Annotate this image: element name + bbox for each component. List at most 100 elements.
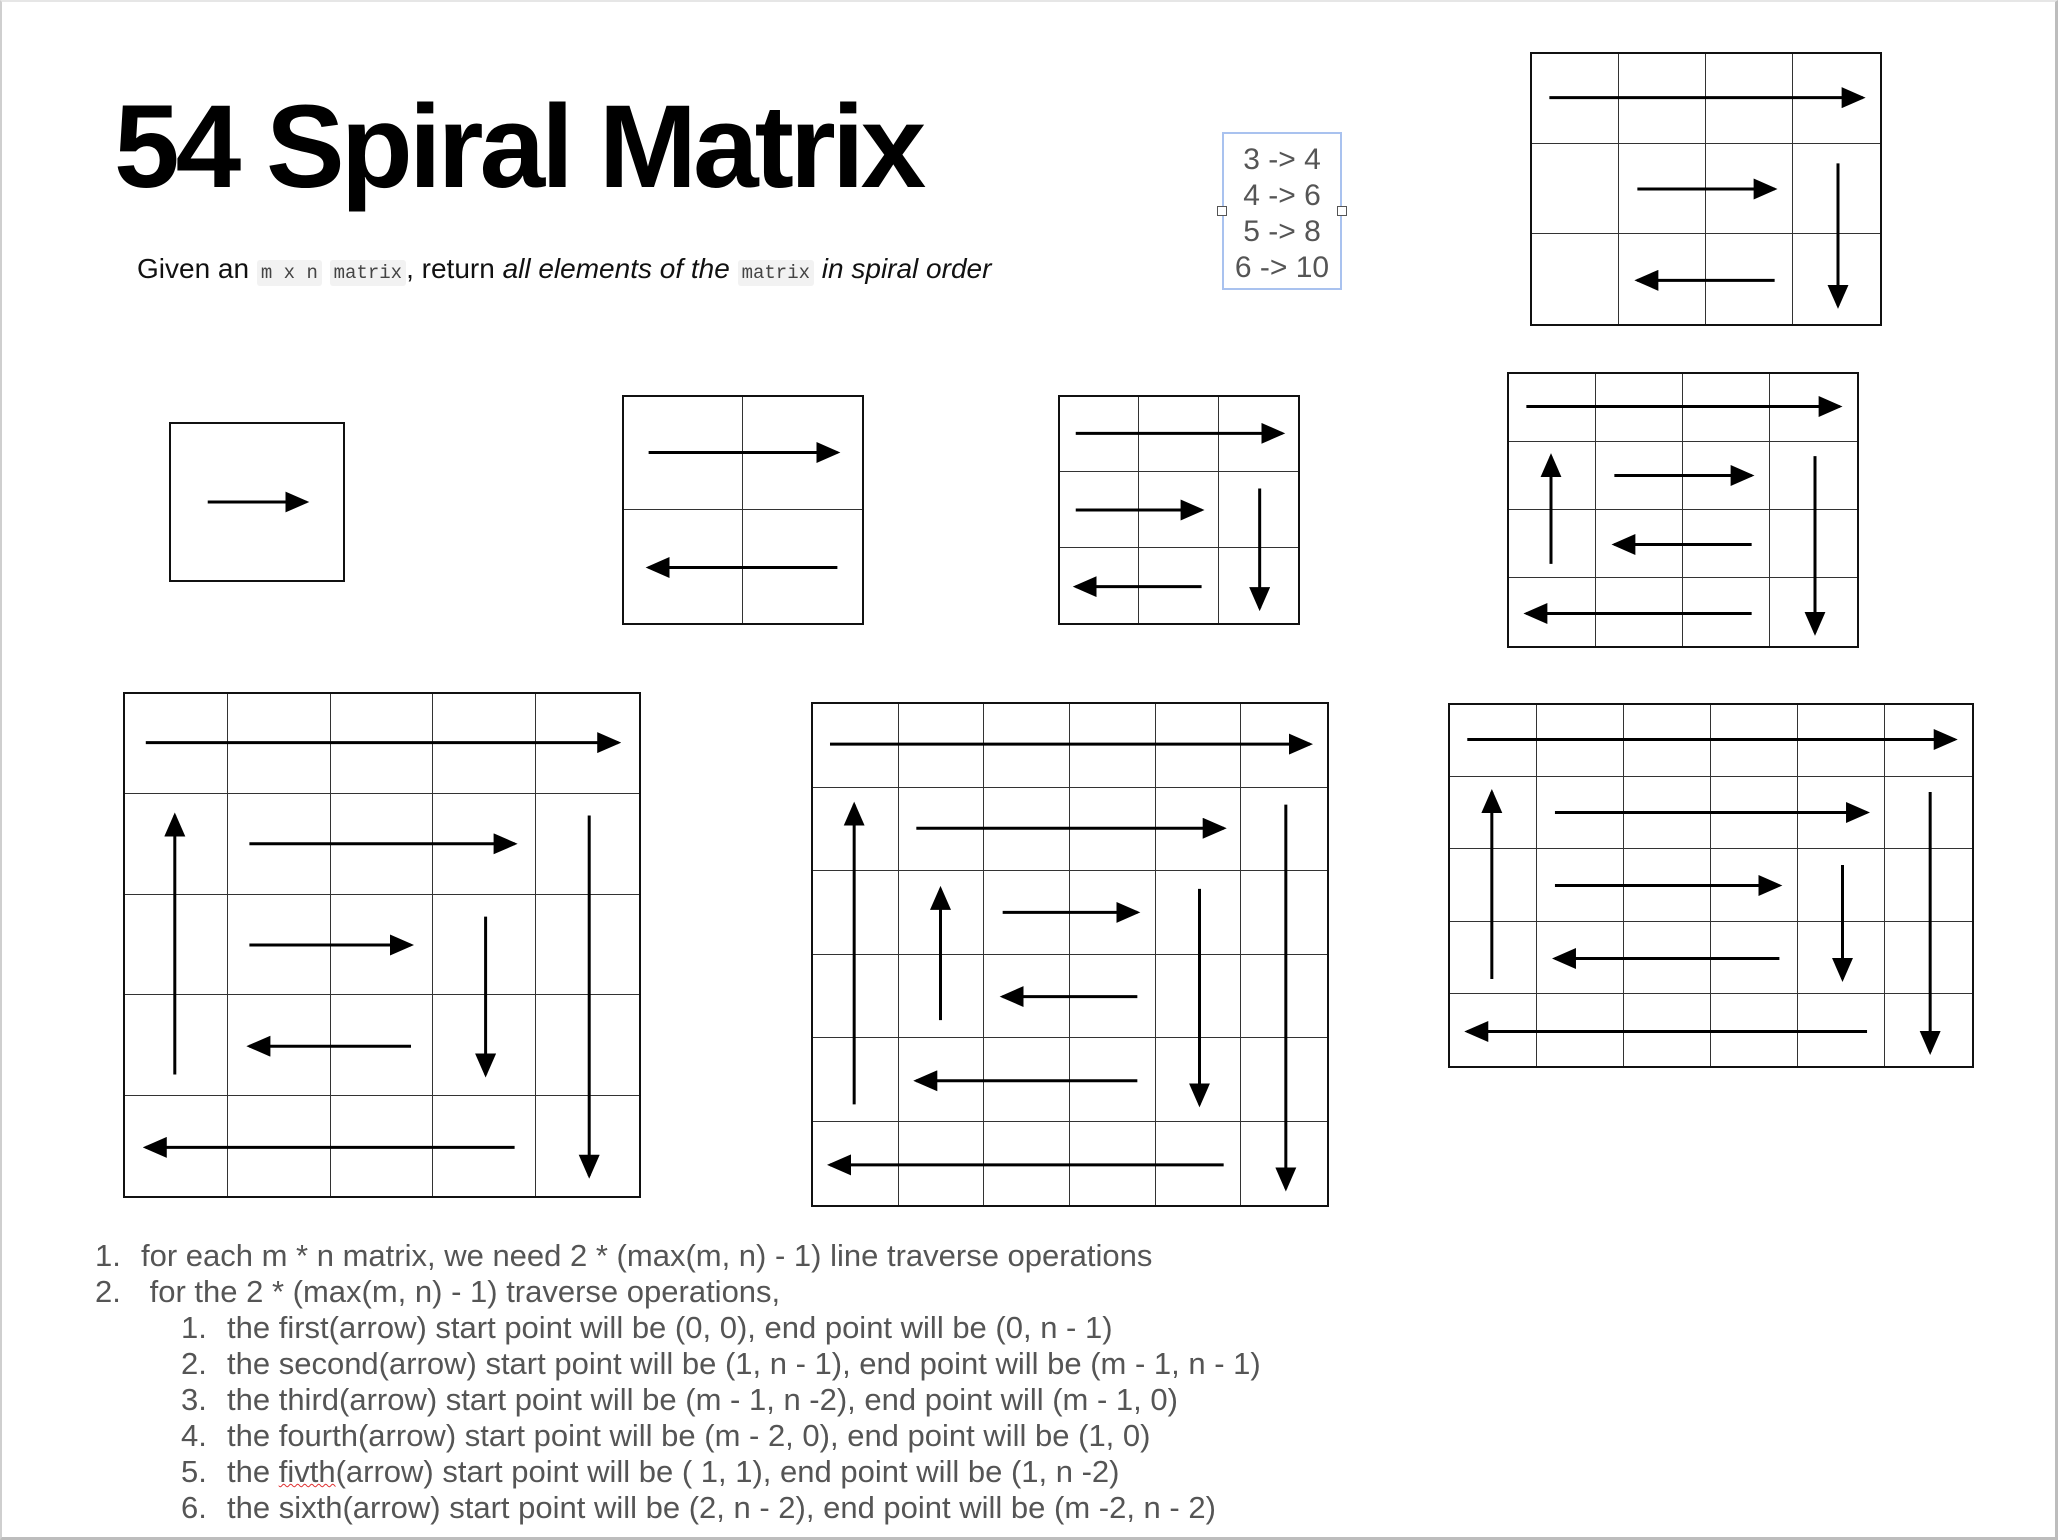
grid-cell xyxy=(1793,144,1880,234)
resize-handle-left[interactable] xyxy=(1217,206,1227,216)
grid-cell xyxy=(330,694,434,795)
grid-cell xyxy=(1450,705,1537,778)
grid-cell xyxy=(1069,871,1156,955)
grid-cell xyxy=(1241,788,1327,871)
grid-cell xyxy=(1069,704,1156,788)
grid-cell xyxy=(1139,397,1219,473)
grid-cell xyxy=(1770,578,1857,646)
grid-cell xyxy=(1537,993,1624,1066)
grid-cell xyxy=(1624,921,1711,994)
grid-cell xyxy=(984,954,1070,1038)
grid-cell xyxy=(1241,871,1327,955)
grid-cell xyxy=(1450,921,1537,994)
grid-cell xyxy=(624,510,743,623)
ratio-line-3: 5 -> 8 xyxy=(1243,215,1321,248)
grid-cell xyxy=(1798,777,1885,850)
note-item: 1. for each m * n matrix, we need 2 * (ma… xyxy=(95,1238,1153,1273)
problem-statement: Given an m x n matrix, return all elemen… xyxy=(137,252,991,286)
grid-cell xyxy=(1711,921,1798,994)
grid-cell xyxy=(1218,397,1298,473)
grid-cell xyxy=(1885,994,1972,1066)
ratio-line-2: 4 -> 6 xyxy=(1243,179,1321,212)
grid-cell xyxy=(1241,1038,1327,1122)
grid-cell xyxy=(813,954,899,1038)
grid-cell xyxy=(1219,548,1298,623)
grid-cell xyxy=(1624,993,1711,1066)
code-m-x-n: m x n xyxy=(256,260,322,286)
grid-cell xyxy=(1596,510,1683,578)
grid-cell xyxy=(536,794,639,895)
page-title: 54 Spiral Matrix xyxy=(114,81,926,213)
grid-cell xyxy=(899,1121,985,1205)
grid-cell xyxy=(898,704,985,788)
sub-note-item: 1. the first(arrow) start point will be (… xyxy=(181,1310,1113,1345)
spellcheck-word[interactable]: fivth xyxy=(279,1454,336,1489)
grid-cell xyxy=(1624,777,1711,850)
grid-cell xyxy=(227,995,331,1096)
grid-cell xyxy=(1537,705,1624,778)
grid-cell xyxy=(1683,578,1770,646)
grid-cell xyxy=(1509,442,1596,510)
grid-cell xyxy=(1450,993,1537,1066)
grid-cell xyxy=(171,424,343,580)
grid-cell xyxy=(1619,234,1706,324)
grid-cell xyxy=(1798,705,1885,778)
grid-cell xyxy=(1060,547,1140,623)
spiral-grid-3x4 xyxy=(1530,52,1882,326)
grid-cell xyxy=(1885,777,1972,850)
grid-cell xyxy=(984,871,1070,955)
grid-cell xyxy=(813,1121,899,1205)
grid-cell xyxy=(1155,1038,1242,1122)
spiral-grid-6x6 xyxy=(811,702,1329,1207)
notes-list: 1. for each m * n matrix, we need 2 * (ma… xyxy=(95,1238,1261,1526)
grid-cell xyxy=(1241,955,1327,1038)
grid-cell xyxy=(1241,1122,1327,1206)
grid-cell xyxy=(227,694,331,795)
statement-emphasis-2: in spiral order xyxy=(821,253,992,284)
grid-cell xyxy=(125,995,228,1096)
grid-cell xyxy=(1711,849,1798,922)
ratio-line-4: 6 -> 10 xyxy=(1234,251,1330,284)
grid-cell xyxy=(1596,578,1683,646)
grid-cell xyxy=(1596,442,1683,510)
grid-cell xyxy=(813,1038,899,1122)
grid-cell xyxy=(1450,777,1537,850)
grid-cell xyxy=(1885,705,1972,778)
grid-cell xyxy=(984,1038,1070,1122)
note-item: 2. for the 2 * (max(m, n) - 1) traverse … xyxy=(95,1274,781,1309)
grid-cell xyxy=(743,510,862,623)
grid-cell xyxy=(536,995,639,1096)
sub-note-item: 2. the second(arrow) start point will be … xyxy=(181,1346,1261,1381)
grid-cell xyxy=(898,787,985,871)
grid-cell xyxy=(1537,921,1624,994)
grid-cell xyxy=(898,871,985,955)
grid-cell xyxy=(1069,1038,1156,1122)
grid-cell xyxy=(125,694,228,795)
grid-cell xyxy=(1683,374,1770,442)
grid-cell xyxy=(1450,849,1537,922)
grid-cell xyxy=(1711,993,1798,1066)
grid-cell xyxy=(1885,922,1972,994)
grid-cell xyxy=(1706,144,1793,234)
grid-cell xyxy=(433,995,537,1096)
grid-cell xyxy=(125,794,228,895)
grid-cell xyxy=(1532,144,1619,234)
grid-cell xyxy=(813,704,899,788)
grid-cell xyxy=(1155,704,1242,788)
grid-cell xyxy=(1619,54,1706,144)
resize-handle-right[interactable] xyxy=(1337,206,1347,216)
grid-cell xyxy=(1155,787,1242,871)
grid-cell xyxy=(1711,777,1798,850)
grid-cell xyxy=(1509,374,1596,442)
code-matrix-2: matrix xyxy=(737,260,815,286)
selected-text-box[interactable]: 3 -> 4 4 -> 6 5 -> 8 6 -> 10 xyxy=(1222,132,1342,290)
grid-cell xyxy=(1596,374,1683,442)
grid-cell xyxy=(1155,871,1242,955)
grid-cell xyxy=(1798,993,1885,1066)
grid-cell xyxy=(1069,954,1156,1038)
grid-cell xyxy=(1509,510,1596,578)
grid-cell xyxy=(125,1095,228,1196)
spiral-grid-2x2 xyxy=(622,395,864,625)
grid-cell xyxy=(813,787,899,871)
grid-cell xyxy=(1532,234,1619,324)
